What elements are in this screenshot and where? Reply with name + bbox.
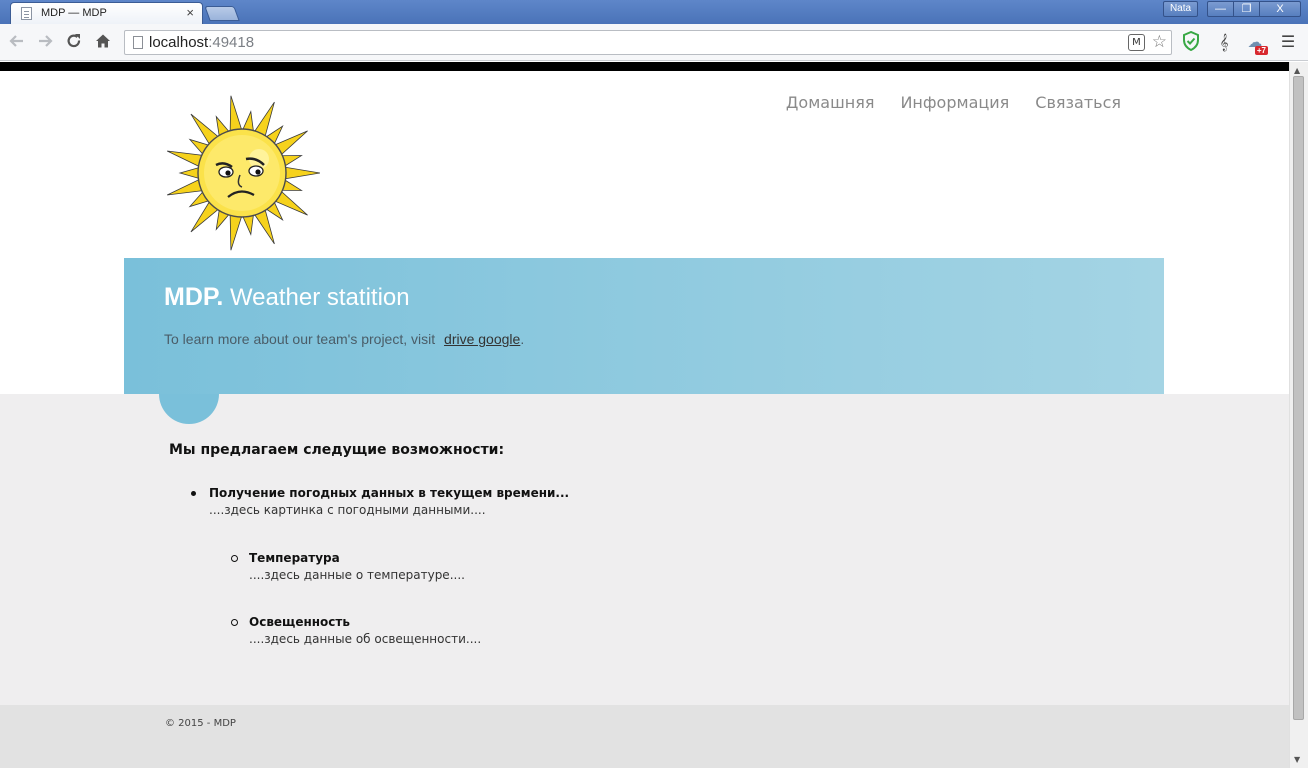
sun-logo[interactable] [164,89,321,253]
browser-tab[interactable]: MDP — MDP × [10,2,203,24]
tab-title: MDP — MDP [41,7,107,19]
nav-home-link[interactable]: Домашняя [786,93,875,112]
shield-icon[interactable] [1180,30,1202,53]
item-description: ....здесь картинка с погодными данными..… [209,503,486,517]
scroll-thumb[interactable] [1293,76,1304,720]
home-icon[interactable] [93,32,113,52]
item-description: ....здесь данные об освещенности.... [249,632,482,646]
browser-titlebar: MDP — MDP × Nata — ❐ X [0,0,1308,24]
extension-icon[interactable]: M [1128,34,1145,51]
item-title: Температура [249,551,340,565]
featured-title: MDP. Weather statition [164,283,410,311]
sun-icon [166,95,321,251]
list-item: Освещенность ....здесь данные об освещен… [231,615,1069,646]
circle-bullet-icon [231,555,238,562]
site-navigation: Домашняя Информация Связаться [786,93,1121,112]
page-scrollbar[interactable]: ▲ ▼ [1289,62,1308,768]
page-viewport: Домашняя Информация Связаться MDP. Weath… [0,62,1289,768]
item-title: Получение погодных данных в текущем врем… [209,486,570,500]
item-title: Освещенность [249,615,350,629]
sun-ray [281,166,321,180]
copyright-text: © 2015 - MDP [165,718,236,729]
new-tab-button[interactable] [204,6,240,21]
list-item: Температура ....здесь данные о температу… [231,551,1069,582]
top-bar [0,62,1289,71]
featured-banner: MDP. Weather statition To learn more abo… [124,258,1164,394]
maximize-button[interactable]: ❐ [1233,1,1260,17]
menu-icon[interactable]: ☰ [1277,31,1299,53]
url-text[interactable]: localhost:49418 [149,34,254,51]
nav-info-link[interactable]: Информация [900,93,1009,112]
main-content: Мы предлагаем следущие возможности: Полу… [169,442,1069,646]
list-item: Получение погодных данных в текущем врем… [191,486,1069,517]
reload-icon[interactable] [64,32,84,52]
scroll-up-icon[interactable]: ▲ [1294,66,1300,75]
music-clef-icon[interactable]: 𝄞 [1213,31,1235,53]
back-arrow-icon[interactable] [7,32,27,52]
minimize-button[interactable]: — [1207,1,1234,17]
featured-text: To learn more about our team's project, … [164,331,525,347]
weather-icon[interactable]: ☁ +7 [1244,31,1268,55]
star-icon[interactable]: ☆ [1152,32,1167,52]
nav-contact-link[interactable]: Связаться [1035,93,1121,112]
page-icon [133,36,143,49]
address-bar[interactable]: localhost:49418 M ☆ [124,30,1172,55]
features-heading: Мы предлагаем следущие возможности: [169,442,505,458]
site-footer: © 2015 - MDP [0,705,1289,768]
close-icon[interactable]: × [186,5,194,20]
circle-bullet-icon [231,619,238,626]
bullet-icon [191,491,196,496]
scroll-down-icon[interactable]: ▼ [1294,755,1300,764]
window-close-button[interactable]: X [1259,1,1301,17]
page-icon [21,7,32,20]
forward-arrow-icon[interactable] [35,32,55,52]
browser-toolbar: localhost:49418 M ☆ 𝄞 ☁ +7 ☰ [0,24,1308,61]
drive-google-link[interactable]: drive google [444,331,520,347]
profile-button[interactable]: Nata [1163,1,1198,17]
item-description: ....здесь данные о температуре.... [249,568,465,582]
